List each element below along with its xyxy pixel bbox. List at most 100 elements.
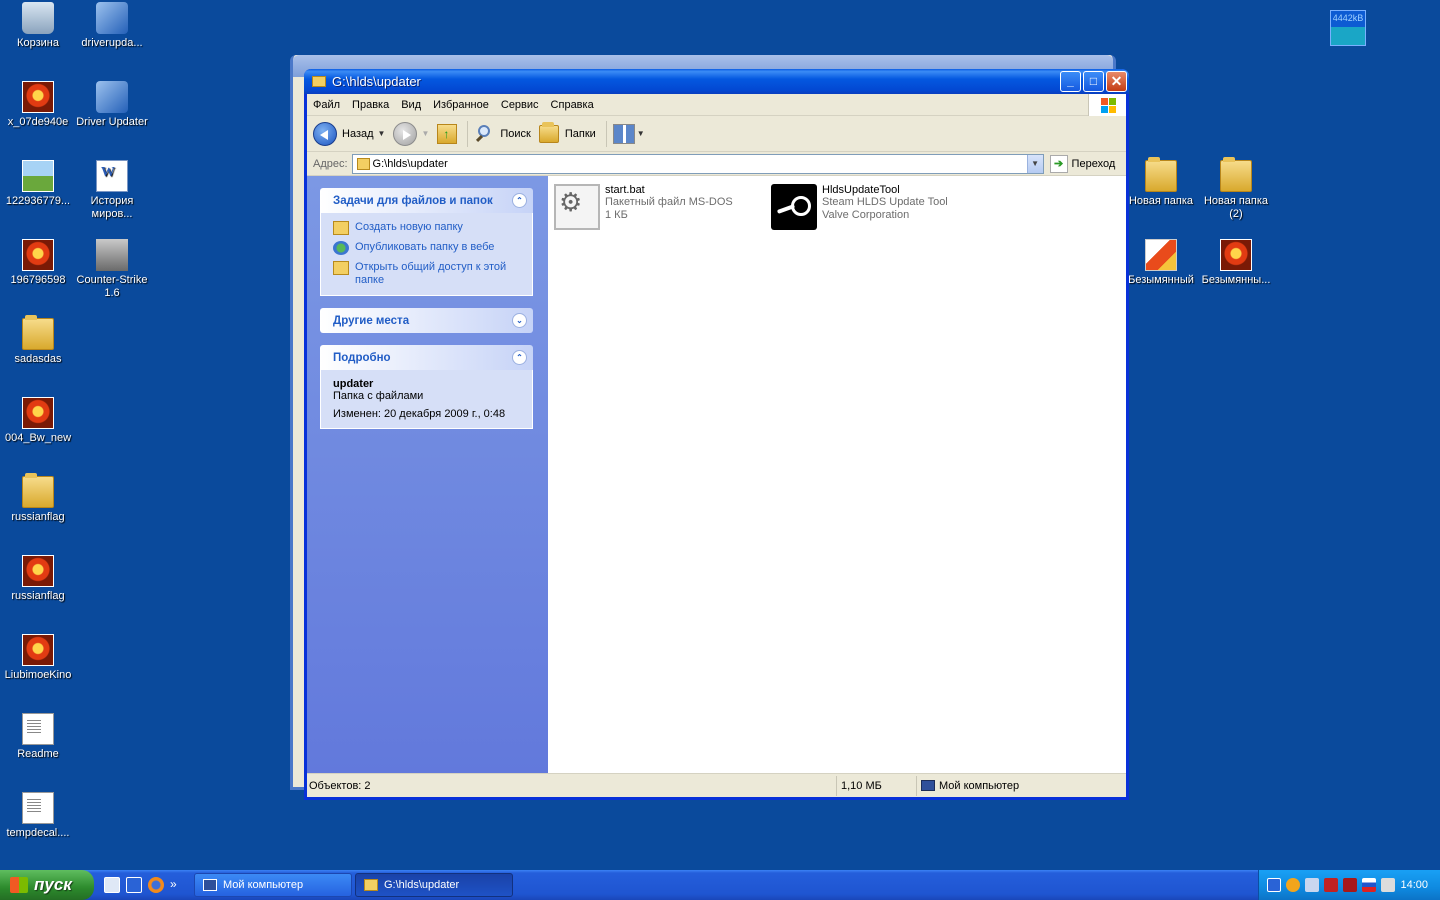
desktop-icon-history[interactable]: История миров... [74, 160, 150, 221]
desktop-icon-driverupdate[interactable]: driverupda... [74, 2, 150, 50]
desktop-icon-new-folder-2[interactable]: Новая папка (2) [1198, 157, 1274, 221]
task-new-folder[interactable]: Создать новую папку [333, 221, 526, 235]
minimize-button[interactable]: _ [1060, 71, 1081, 92]
app-icon [96, 81, 128, 113]
address-label: Адрес: [313, 157, 348, 170]
network-meter-widget[interactable]: 4442kB [1330, 10, 1366, 46]
show-desktop-icon[interactable] [104, 877, 120, 893]
status-location: Мой компьютер [917, 776, 1117, 796]
network-icon[interactable] [1305, 878, 1319, 892]
desktop-icon-recycle-bin[interactable]: Корзина [0, 2, 76, 50]
task-share-folder[interactable]: Открыть общий доступ к этой папке [333, 261, 526, 287]
menu-help[interactable]: Справка [545, 99, 600, 111]
collapse-icon[interactable]: ⌃ [512, 350, 527, 365]
up-folder-button[interactable]: ↑ [437, 123, 458, 144]
desktop-icon-tempdecal[interactable]: tempdecal.... [0, 792, 76, 840]
desktop-icon-196796598[interactable]: 196796598 [0, 239, 76, 287]
desktop-icon-russianflag-image[interactable]: russianflag [0, 555, 76, 603]
window-titlebar[interactable]: G:\hlds\updater _ □ ✕ [304, 69, 1129, 94]
file-type: Пакетный файл MS-DOS [605, 196, 733, 208]
back-button[interactable]: Назад ▼ [313, 121, 386, 146]
desktop-icon-russianflag-folder[interactable]: russianflag [0, 473, 76, 524]
details-name: updater [333, 378, 374, 390]
other-places-header[interactable]: Другие места ⌄ [320, 308, 533, 333]
quick-launch: » [104, 877, 194, 893]
desktop-icon-liubimoekino[interactable]: LiubimoeKino [0, 634, 76, 682]
views-button[interactable]: ▼ [612, 123, 645, 144]
maximize-button[interactable]: □ [1083, 71, 1104, 92]
status-object-count: Объектов: 2 [307, 775, 837, 796]
file-tasks-panel: Задачи для файлов и папок ⌃ Создать нову… [320, 188, 533, 296]
start-button[interactable]: пуск [0, 870, 94, 900]
desktop-icon-122936779[interactable]: 122936779... [0, 160, 76, 208]
task-pane: Задачи для файлов и папок ⌃ Создать нову… [307, 176, 548, 773]
desktop-icon-x07de940e[interactable]: x_07de940e [0, 81, 76, 129]
back-arrow-icon [313, 121, 337, 146]
file-description: Steam HLDS Update Tool [822, 196, 948, 208]
word-doc-icon [96, 160, 128, 192]
taskbar-hlds-updater[interactable]: G:\hlds\updater [355, 873, 513, 897]
language-icon[interactable] [126, 877, 142, 893]
more-icon[interactable]: » [170, 877, 186, 893]
flag-icon[interactable] [1362, 878, 1376, 892]
desktop-icon-004-bw-new[interactable]: 004_Bw_new [0, 397, 76, 445]
volume-icon[interactable] [1381, 878, 1395, 892]
details-panel: Подробно ⌃ updater Папка с файлами Измен… [320, 345, 533, 429]
task-publish-web[interactable]: Опубликовать папку в вебе [333, 241, 526, 255]
taskbar-my-computer[interactable]: Мой компьютер [194, 873, 352, 897]
menu-edit[interactable]: Правка [346, 99, 395, 111]
desktop-icon-counter-strike[interactable]: Counter-Strike 1.6 [74, 239, 150, 300]
collapse-icon[interactable]: ⌃ [512, 193, 527, 208]
details-header[interactable]: Подробно ⌃ [320, 345, 533, 370]
go-arrow-icon: ➔ [1049, 154, 1068, 173]
search-button[interactable]: Поиск [474, 124, 531, 144]
publish-web-icon [333, 241, 349, 255]
firefox-icon[interactable] [148, 877, 164, 893]
windows-logo-icon [1088, 94, 1126, 116]
language-icon[interactable] [1267, 878, 1281, 892]
go-button[interactable]: ➔ Переход [1049, 154, 1115, 173]
folders-button[interactable]: Папки [538, 121, 596, 143]
computer-icon [203, 879, 217, 891]
toolbar-separator [605, 120, 607, 147]
desktop-icon-new-folder[interactable]: Новая папка [1123, 157, 1199, 208]
desktop-icon-untitled[interactable]: Безымянный [1123, 239, 1199, 287]
desktop-icon-driver-updater[interactable]: Driver Updater [74, 81, 150, 129]
menu-file[interactable]: Файл [307, 99, 346, 111]
file-item[interactable]: HldsUpdateTool Steam HLDS Update Tool Va… [771, 184, 948, 230]
file-list[interactable]: start.bat Пакетный файл MS-DOS 1 КБ Hlds… [548, 176, 1126, 773]
menu-tools[interactable]: Сервис [495, 99, 545, 111]
desktop-icon-readme[interactable]: Readme [0, 713, 76, 761]
address-input[interactable]: G:\hlds\updater ▼ [351, 153, 1044, 174]
desktop-icon-sadasdas[interactable]: sadasdas [0, 315, 76, 366]
file-tasks-header[interactable]: Задачи для файлов и папок ⌃ [320, 188, 533, 213]
folder-icon [1220, 157, 1252, 192]
file-item[interactable]: start.bat Пакетный файл MS-DOS 1 КБ [554, 184, 733, 230]
app-tray-icon[interactable] [1324, 878, 1338, 892]
share-folder-icon [333, 261, 349, 275]
address-dropdown-button[interactable]: ▼ [1026, 154, 1043, 173]
steam-tray-icon[interactable] [1343, 878, 1357, 892]
chevron-down-icon[interactable]: ▼ [421, 129, 429, 138]
toolbar: Назад ▼ ▼ ↑ Поиск Папки ▼ [307, 116, 1126, 152]
views-icon [612, 123, 635, 144]
text-doc-icon [22, 713, 54, 745]
blank-doc-icon [22, 792, 54, 824]
window-title: G:\hlds\updater [332, 74, 421, 89]
menu-favorites[interactable]: Избранное [427, 99, 495, 111]
chevron-down-icon[interactable]: ▼ [378, 129, 386, 138]
recycle-bin-icon [22, 2, 54, 34]
menu-view[interactable]: Вид [395, 99, 427, 111]
folders-icon [538, 121, 559, 143]
file-name: HldsUpdateTool [822, 184, 900, 196]
menubar: Файл Правка Вид Избранное Сервис Справка [307, 94, 1126, 116]
expand-icon[interactable]: ⌄ [512, 313, 527, 328]
folder-icon [312, 76, 326, 87]
photo-icon [1220, 239, 1252, 271]
forward-button[interactable]: ▼ [393, 121, 429, 146]
desktop-icon-untitled-2[interactable]: Безымянны... [1198, 239, 1274, 287]
antivirus-icon[interactable] [1286, 878, 1300, 892]
close-button[interactable]: ✕ [1106, 71, 1127, 92]
explorer-window: G:\hlds\updater _ □ ✕ Файл Правка Вид Из… [304, 69, 1129, 800]
image-icon [22, 160, 54, 192]
